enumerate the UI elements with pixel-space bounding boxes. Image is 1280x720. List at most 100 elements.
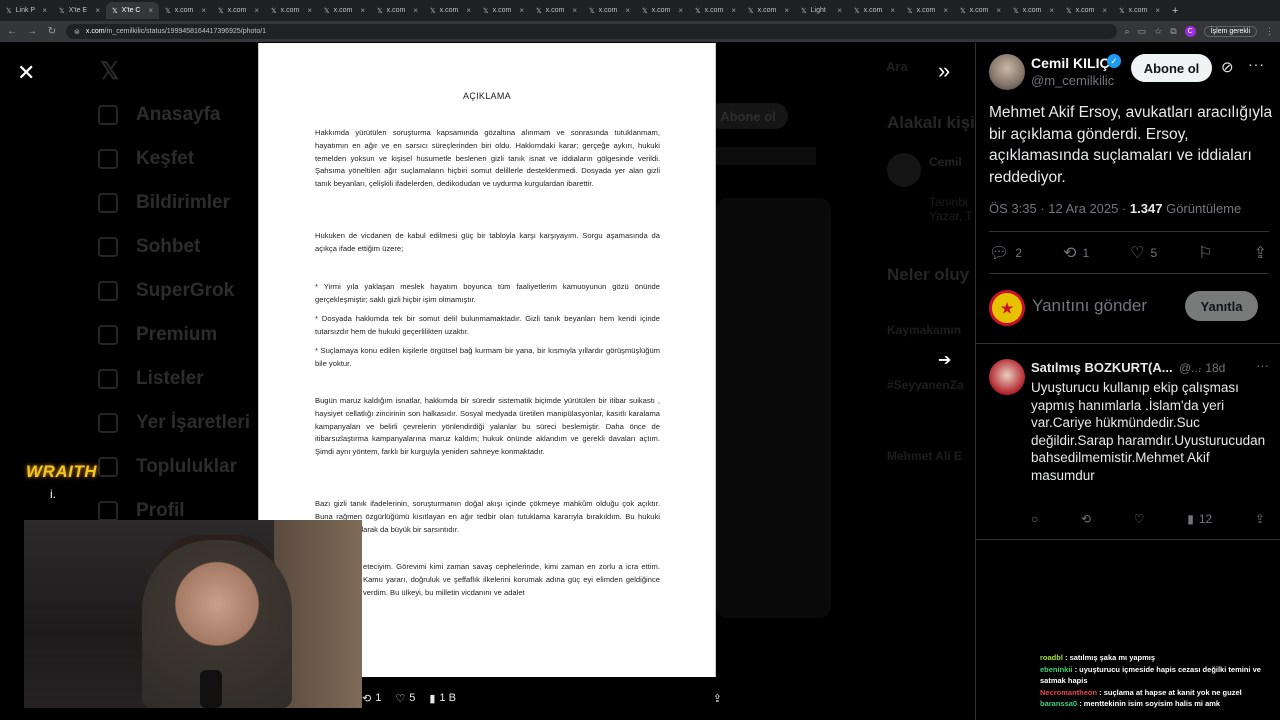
browser-tab[interactable]: 𝕏x.com × — [583, 2, 636, 19]
browser-tab[interactable]: 𝕏x.com × — [477, 2, 530, 19]
browser-tab[interactable]: 𝕏 X'te C × — [106, 2, 159, 19]
tab-close-icon[interactable]: × — [42, 6, 47, 15]
reply-count: 2 — [1015, 246, 1022, 260]
tab-close-icon[interactable]: × — [837, 6, 842, 15]
back-icon[interactable]: ← — [6, 26, 18, 37]
collapse-panel-icon[interactable]: » — [938, 58, 950, 84]
reply-button[interactable]: ○ — [1031, 512, 1038, 526]
tab-close-icon[interactable]: × — [307, 6, 312, 15]
tweet-time[interactable]: ÖS 3:35 · 12 Ara 2025 · — [989, 201, 1130, 216]
browser-tab[interactable]: 𝕏x.com × — [954, 2, 1007, 19]
tab-label: x.com — [545, 7, 565, 14]
tab-close-icon[interactable]: × — [148, 6, 153, 15]
browser-tab[interactable]: 𝕏x.com × — [212, 2, 265, 19]
tab-close-icon[interactable]: × — [625, 6, 630, 15]
tab-close-icon[interactable]: × — [1102, 6, 1107, 15]
like-button[interactable]: ♡ 5 — [1130, 243, 1157, 263]
divider — [976, 343, 1280, 344]
reload-icon[interactable]: ↻ — [46, 26, 58, 37]
tab-close-icon[interactable]: × — [360, 6, 365, 15]
share-button[interactable]: ⇪ — [713, 692, 722, 705]
bg-nav-label: SuperGrok — [136, 280, 235, 301]
bg-nav-item: Sohbet — [98, 236, 200, 258]
browser-tab[interactable]: 𝕏x.com × — [1113, 2, 1166, 19]
views-button[interactable]: ▮ 1 B — [429, 692, 456, 705]
browser-tab[interactable]: 𝕏x.com × — [742, 2, 795, 19]
browser-tab[interactable]: 𝕏 Link P × — [0, 2, 53, 19]
tab-close-icon[interactable]: × — [996, 6, 1001, 15]
close-icon[interactable]: ✕ — [17, 60, 35, 86]
tab-close-icon[interactable]: × — [1155, 6, 1160, 15]
stream-chat: roadbl : satılmış şaka mı yapmış ebeninki… — [1040, 652, 1280, 710]
tab-close-icon[interactable]: × — [890, 6, 895, 15]
new-tab-icon[interactable]: + — [1166, 5, 1184, 17]
cast-icon[interactable]: ▭ — [1138, 26, 1147, 37]
reply-input[interactable]: Yanıtını gönder — [1032, 296, 1147, 316]
browser-tab[interactable]: 𝕏 Light × — [795, 2, 848, 19]
update-button[interactable]: İşlem gerekli — [1203, 26, 1257, 37]
browser-tab[interactable]: 𝕏x.com × — [689, 2, 742, 19]
browser-tab[interactable]: 𝕏x.com × — [265, 2, 318, 19]
my-avatar[interactable]: ★ — [989, 290, 1025, 326]
tab-close-icon[interactable]: × — [572, 6, 577, 15]
tab-label: x.com — [174, 7, 194, 14]
tab-close-icon[interactable]: × — [201, 6, 206, 15]
browser-tab[interactable]: 𝕏x.com × — [848, 2, 901, 19]
tab-close-icon[interactable]: × — [95, 6, 100, 15]
url-input[interactable]: ⊜ x.com/m_cemilkilic/status/199945816441… — [66, 24, 1117, 39]
bookmark-star-icon[interactable]: ☆ — [1154, 26, 1162, 37]
browser-tab[interactable]: 𝕏x.com × — [1060, 2, 1113, 19]
next-photo-icon[interactable]: ➔ — [938, 350, 951, 370]
browser-tab[interactable]: 𝕏x.com × — [901, 2, 954, 19]
forward-icon[interactable]: → — [26, 26, 38, 37]
tab-close-icon[interactable]: × — [413, 6, 418, 15]
chat-text: : suçlama at hapse at kanit yok ne guzel — [1097, 687, 1242, 697]
tab-close-icon[interactable]: × — [731, 6, 736, 15]
tab-close-icon[interactable]: × — [678, 6, 683, 15]
like-button[interactable]: ♡ 5 — [395, 692, 415, 705]
browser-tab[interactable]: 𝕏x.com × — [371, 2, 424, 19]
menu-icon[interactable]: ⋮ — [1265, 26, 1274, 37]
author-name[interactable]: Cemil KILIÇ — [1031, 55, 1110, 71]
browser-tab[interactable]: 𝕏x.com × — [530, 2, 583, 19]
tab-close-icon[interactable]: × — [784, 6, 789, 15]
extensions-icon[interactable]: ⧉ — [1170, 26, 1176, 37]
reply-time[interactable]: · 18d — [1198, 361, 1225, 375]
tab-close-icon[interactable]: × — [466, 6, 471, 15]
more-options-icon[interactable]: ··· — [1256, 358, 1269, 373]
browser-tab[interactable]: 𝕏x.com × — [636, 2, 689, 19]
grok-icon[interactable]: ⊘ — [1221, 58, 1234, 76]
bookmark-button[interactable]: ⚐ — [1198, 243, 1212, 263]
retweet-button[interactable]: ⟲ 1 — [1063, 243, 1089, 263]
tab-close-icon[interactable]: × — [943, 6, 948, 15]
bg-nav-icon — [98, 149, 118, 169]
retweet-button[interactable]: ⟲ — [1081, 512, 1091, 526]
reply-author-avatar[interactable] — [989, 359, 1025, 395]
browser-tab[interactable]: 𝕏x.com × — [1007, 2, 1060, 19]
reply-submit-button[interactable]: Yanıtla — [1185, 291, 1258, 321]
chat-text: : menttekinin isim soyisim halis mi amk — [1077, 699, 1221, 708]
profile-avatar[interactable]: C — [1184, 26, 1196, 37]
browser-tab[interactable]: 𝕏x.com × — [318, 2, 371, 19]
like-button[interactable]: ♡ — [1134, 512, 1145, 526]
tab-label: x.com — [863, 7, 883, 14]
author-avatar[interactable] — [989, 54, 1025, 90]
follow-button[interactable]: Abone ol — [1131, 54, 1212, 82]
reply-author-name[interactable]: Satılmış BOZKURT(A... — [1031, 360, 1173, 375]
browser-tab[interactable]: 𝕏x.com × — [159, 2, 212, 19]
share-button[interactable]: ⇪ — [1254, 243, 1267, 263]
retweet-button[interactable]: ⟲ 1 — [362, 692, 381, 705]
tab-close-icon[interactable]: × — [254, 6, 259, 15]
reply-button[interactable]: 💬︎ 2 — [989, 243, 1022, 263]
tab-close-icon[interactable]: × — [1049, 6, 1054, 15]
more-options-icon[interactable]: ··· — [1248, 56, 1265, 72]
site-info-icon[interactable]: ⊜ — [74, 28, 80, 36]
divider — [976, 539, 1280, 540]
browser-tab[interactable]: 𝕏 X'te E × — [53, 2, 106, 19]
tab-close-icon[interactable]: × — [519, 6, 524, 15]
author-handle[interactable]: @m_cemilkilic — [1031, 73, 1114, 88]
browser-tab[interactable]: 𝕏x.com × — [424, 2, 477, 19]
zoom-icon[interactable]: ⌕ — [1125, 26, 1130, 37]
share-button[interactable]: ⇪ — [1255, 512, 1265, 526]
views-button[interactable]: ▮ 12 — [1187, 512, 1212, 526]
